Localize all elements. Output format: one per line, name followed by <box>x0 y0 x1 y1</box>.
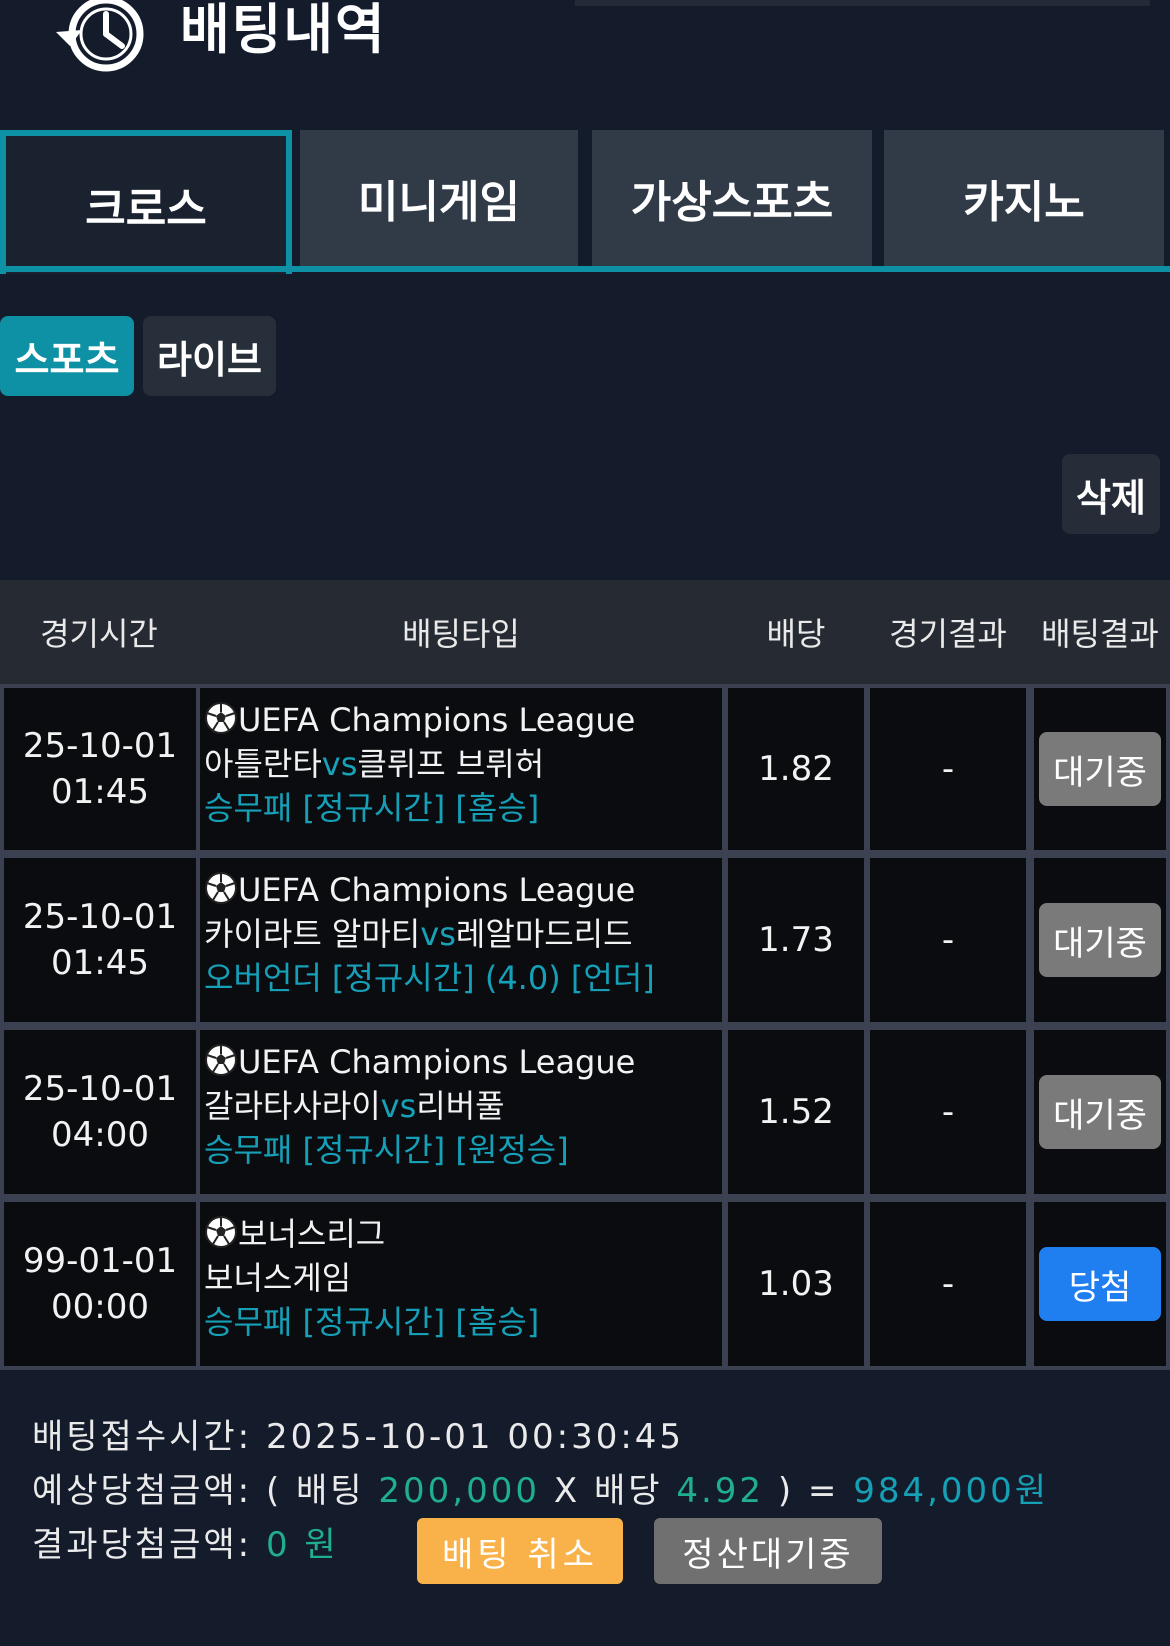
league-name: UEFA Champions League <box>238 871 636 909</box>
header: 배팅내역 <box>0 0 1170 120</box>
bet-amount: 200,000 <box>378 1471 541 1511</box>
bet-type-cell: UEFA Champions League 아틀란타vs클뤼프 브뤼허 승무패 … <box>200 688 722 850</box>
tab-cross[interactable]: 크로스 <box>0 130 292 274</box>
game-time: 01:45 <box>51 772 149 812</box>
total-odds: 4.92 <box>676 1471 765 1511</box>
category-tabs: 크로스 미니게임 가상스포츠 카지노 <box>0 130 1170 274</box>
delete-button[interactable]: 삭제 <box>1062 454 1160 534</box>
expected-win-row: 예상당첨금액: ( 배팅 200,000 X 배당 4.92 ) = 984,0… <box>32 1464 1049 1518</box>
header-bet-type: 배팅타입 <box>402 615 520 653</box>
status-badge-win[interactable]: 당첨 <box>1039 1247 1161 1321</box>
market-label: 오버언더 [정규시간] (4.0) [언더] <box>204 959 655 997</box>
subtab-label: 스포츠 <box>14 337 120 382</box>
game-result-cell: - <box>870 1202 1026 1366</box>
settlement-pending-button[interactable]: 정산대기중 <box>654 1518 882 1584</box>
close-equals: ) = <box>777 1471 840 1511</box>
status-badge-pending[interactable]: 대기중 <box>1039 732 1161 806</box>
league-name: UEFA Champions League <box>238 1043 636 1081</box>
home-team: 카이라트 알마티 <box>204 915 421 953</box>
away-team: 레알마드리드 <box>455 915 633 953</box>
tab-label: 크로스 <box>85 184 207 235</box>
tab-label: 카지노 <box>963 177 1085 228</box>
game-result-cell: - <box>870 858 1026 1022</box>
bet-table: 25-10-01 01:45 UEFA Champions League 아틀란… <box>0 684 1170 1370</box>
receipt-time-value: 2025-10-01 00:30:45 <box>265 1417 685 1457</box>
bet-type-cell: 보너스리그 보너스게임 승무패 [정규시간] [홈승] <box>200 1202 722 1366</box>
game-time-cell: 25-10-01 01:45 <box>4 688 196 850</box>
game-time-cell: 25-10-01 04:00 <box>4 1030 196 1194</box>
result-win-amount: 0 <box>265 1525 291 1565</box>
game-time-cell: 25-10-01 01:45 <box>4 858 196 1022</box>
tab-virtual-sports[interactable]: 가상스포츠 <box>592 130 872 266</box>
vs-label: vs <box>321 745 358 783</box>
vs-label: vs <box>420 915 456 953</box>
game-time: 00:00 <box>51 1287 149 1327</box>
league-name: UEFA Champions League <box>238 701 636 739</box>
bet-result-cell: 대기중 <box>1034 688 1166 850</box>
tabs-underline <box>0 266 1170 272</box>
market-label: 승무패 [정규시간] [홈승] <box>204 789 540 827</box>
header-divider <box>575 0 1150 6</box>
bet-result-cell: 대기중 <box>1034 858 1166 1022</box>
open-paren: ( <box>265 1471 283 1511</box>
game-date: 25-10-01 <box>22 1069 178 1109</box>
soccer-ball-icon <box>205 702 237 734</box>
away-team: 클뤼프 브뤼허 <box>357 745 545 783</box>
header-bet-result: 배팅결과 <box>1041 615 1159 653</box>
home-team: 아틀란타 <box>204 745 322 783</box>
expected-win-amount: 984,000원 <box>853 1471 1050 1511</box>
tab-minigame[interactable]: 미니게임 <box>300 130 578 266</box>
odds-cell: 1.52 <box>728 1030 864 1194</box>
subtab-sports[interactable]: 스포츠 <box>0 316 134 396</box>
market-label: 승무패 [정규시간] [원정승] <box>204 1131 569 1169</box>
game-date: 25-10-01 <box>22 726 178 766</box>
game-result-cell: - <box>870 688 1026 850</box>
game-result-cell: - <box>870 1030 1026 1194</box>
market-label: 승무패 [정규시간] [홈승] <box>204 1303 540 1341</box>
page-title: 배팅내역 <box>180 0 387 61</box>
tab-label: 가상스포츠 <box>630 177 834 228</box>
result-win-unit: 원 <box>304 1525 339 1565</box>
vs-label: vs <box>380 1087 417 1125</box>
receipt-time-row: 배팅접수시간: 2025-10-01 00:30:45 <box>32 1410 684 1464</box>
table-header: 경기시간 배팅타입 배당 경기결과 배팅결과 <box>0 580 1170 684</box>
bet-result-cell: 당첨 <box>1034 1202 1166 1366</box>
expected-win-label: 예상당첨금액: <box>32 1471 253 1511</box>
game-time: 04:00 <box>51 1115 149 1155</box>
status-badge-pending[interactable]: 대기중 <box>1039 903 1161 977</box>
odds-cell: 1.03 <box>728 1202 864 1366</box>
soccer-ball-icon <box>205 872 237 904</box>
bet-result-cell: 대기중 <box>1034 1030 1166 1194</box>
receipt-time-label: 배팅접수시간: <box>32 1417 253 1457</box>
times-sign: X <box>553 1471 581 1511</box>
tab-label: 미니게임 <box>358 177 520 228</box>
bet-type-cell: UEFA Champions League 갈라타사라이vs리버풀 승무패 [정… <box>200 1030 722 1194</box>
odds-label: 배당 <box>593 1471 663 1511</box>
home-team: 보너스게임 <box>204 1259 352 1297</box>
cancel-bet-button[interactable]: 배팅 취소 <box>417 1518 623 1584</box>
header-odds: 배당 <box>766 615 826 653</box>
subtab-live[interactable]: 라이브 <box>143 316 276 396</box>
odds-cell: 1.82 <box>728 688 864 850</box>
soccer-ball-icon <box>205 1216 237 1248</box>
odds-cell: 1.73 <box>728 858 864 1022</box>
game-time: 01:45 <box>51 943 149 983</box>
bet-label: 배팅 <box>296 1471 365 1511</box>
soccer-ball-icon <box>205 1044 237 1076</box>
subtab-label: 라이브 <box>157 337 262 382</box>
game-date: 25-10-01 <box>22 897 178 937</box>
status-badge-pending[interactable]: 대기중 <box>1039 1075 1161 1149</box>
tab-casino[interactable]: 카지노 <box>884 130 1164 266</box>
header-game-time: 경기시간 <box>40 615 158 653</box>
header-game-result: 경기결과 <box>889 615 1007 653</box>
bet-type-cell: UEFA Champions League 카이라트 알마티vs레알마드리드 오… <box>200 858 722 1022</box>
game-date: 99-01-01 <box>22 1241 178 1281</box>
league-name: 보너스리그 <box>238 1215 386 1253</box>
history-clock-icon <box>56 0 144 72</box>
away-team: 리버풀 <box>416 1087 505 1125</box>
game-time-cell: 99-01-01 00:00 <box>4 1202 196 1366</box>
home-team: 갈라타사라이 <box>204 1087 381 1125</box>
result-win-row: 결과당첨금액: 0 원 <box>32 1518 339 1572</box>
result-win-label: 결과당첨금액: <box>32 1525 253 1565</box>
